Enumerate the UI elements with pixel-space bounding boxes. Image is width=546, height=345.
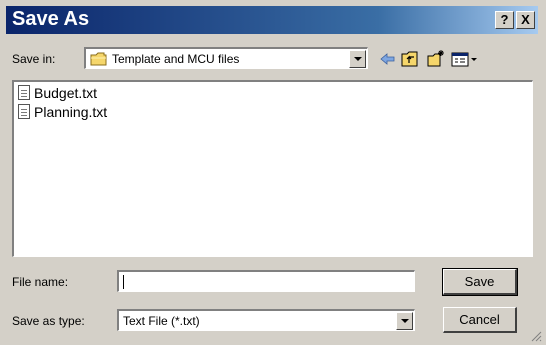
- save-as-type-combo[interactable]: Text File (*.txt): [117, 309, 415, 331]
- list-item[interactable]: Budget.txt: [18, 85, 97, 103]
- chevron-down-icon[interactable]: [349, 50, 366, 68]
- save-in-label: Save in:: [12, 52, 56, 66]
- resize-grip-icon[interactable]: [530, 330, 542, 342]
- file-list[interactable]: Budget.txt Planning.txt: [12, 80, 533, 257]
- up-folder-icon[interactable]: [400, 49, 420, 69]
- file-name-text: Planning.txt: [34, 104, 108, 120]
- title-bar[interactable]: Save As ? X: [6, 6, 538, 34]
- list-item[interactable]: Planning.txt: [18, 104, 107, 122]
- save-in-value: Template and MCU files: [112, 52, 240, 66]
- back-icon[interactable]: [378, 49, 398, 69]
- view-menu-icon[interactable]: [450, 49, 480, 69]
- new-folder-icon[interactable]: [426, 49, 446, 69]
- text-file-icon: [18, 104, 30, 119]
- help-button[interactable]: ?: [495, 11, 514, 29]
- save-as-type-label: Save as type:: [12, 314, 85, 328]
- chevron-down-icon[interactable]: [396, 312, 413, 330]
- dialog-title: Save As: [12, 8, 90, 30]
- close-button[interactable]: X: [516, 11, 535, 29]
- file-name-field[interactable]: [117, 270, 415, 292]
- save-as-dialog: Save As ? X Save in: Template and MCU fi…: [0, 0, 546, 345]
- save-as-type-value: Text File (*.txt): [123, 314, 200, 328]
- file-name-label: File name:: [12, 275, 69, 289]
- folder-icon: [90, 52, 107, 66]
- file-name-text: Budget.txt: [34, 85, 98, 101]
- text-cursor: [123, 275, 124, 289]
- save-in-combo[interactable]: Template and MCU files: [84, 47, 368, 69]
- cancel-button[interactable]: Cancel: [443, 307, 517, 333]
- save-button[interactable]: Save: [442, 268, 518, 296]
- text-file-icon: [18, 85, 30, 100]
